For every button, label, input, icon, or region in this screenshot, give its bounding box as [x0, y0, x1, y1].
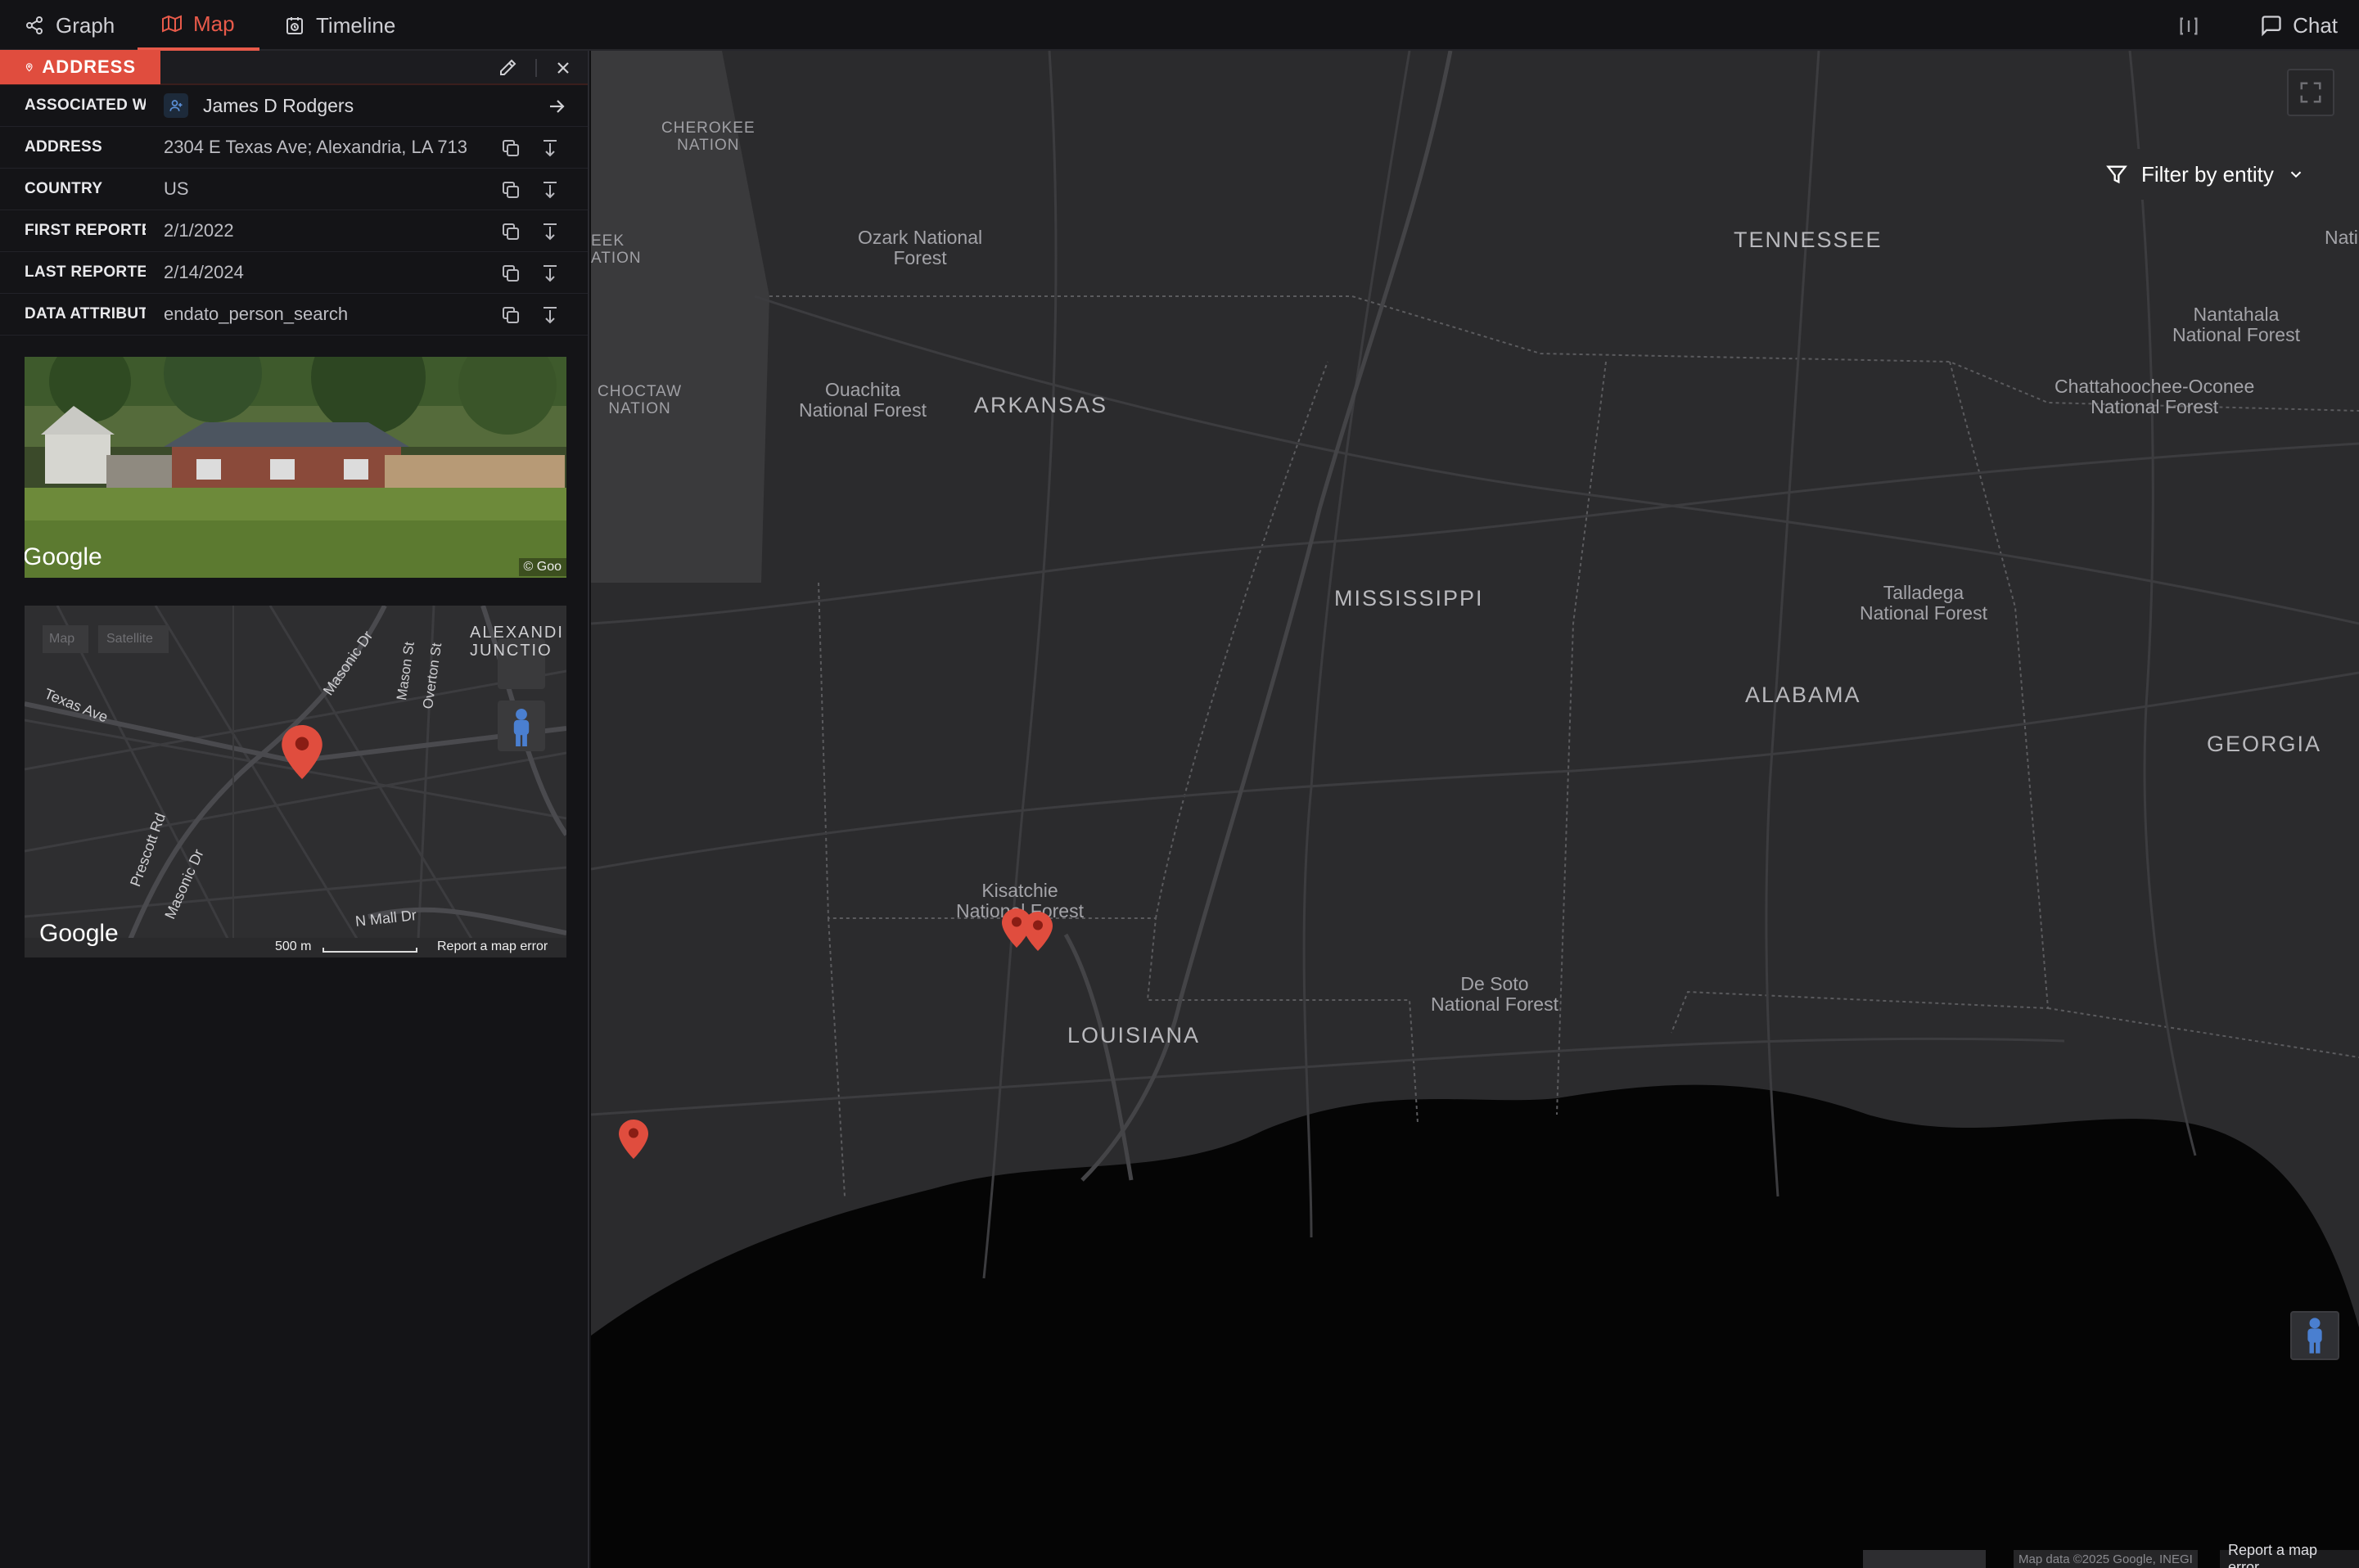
satellite-type-button[interactable]: Satellite — [106, 632, 153, 647]
row-country: COUNTRY US — [0, 169, 588, 210]
copy-icon[interactable] — [501, 264, 521, 283]
fullscreen-icon — [2300, 82, 2321, 103]
first-reported-value: 2/1/2022 — [164, 220, 234, 241]
row-key: COUNTRY — [25, 180, 103, 197]
map-type-button[interactable]: Map — [49, 632, 74, 647]
entity-detail-panel: ADDRESS ASSOCIATED WI James D Rodgers AD… — [0, 50, 589, 1568]
panel-toggle-icon[interactable] — [2177, 15, 2200, 38]
forest-label: Nantahala National Forest — [2172, 304, 2300, 345]
panel-header: ADDRESS — [0, 50, 588, 85]
entity-type-label: ADDRESS — [42, 56, 136, 77]
report-map-error-link[interactable]: Report a map error — [2220, 1542, 2359, 1568]
timeline-icon — [286, 17, 303, 34]
main-map[interactable]: ARKANSAS TENNESSEE MISSISSIPPI ALABAMA G… — [591, 51, 2359, 1568]
forest-label: Ozark National Forest — [858, 227, 983, 268]
pegman-icon — [2307, 1318, 2322, 1354]
nation-label: CHEROKEE NATION — [661, 119, 756, 154]
data-attribution-value: endato_person_search — [164, 304, 349, 324]
scale-bar — [323, 948, 417, 953]
row-address: ADDRESS 2304 E Texas Ave; Alexandria, LA… — [0, 127, 588, 169]
chat-icon — [2262, 16, 2281, 37]
street-view-scene — [25, 357, 566, 578]
copyright-text: © Goo — [518, 558, 566, 576]
entity-type-badge: ADDRESS — [0, 50, 160, 84]
country-value: US — [164, 178, 189, 199]
area-label: ALEXANDI JUNCTIO — [470, 624, 564, 660]
street-view-pegman-icon[interactable] — [509, 709, 534, 746]
row-key: ADDRESS — [25, 138, 103, 155]
chat-button[interactable]: Chat — [2260, 0, 2338, 51]
report-map-error-link[interactable]: Report a map error — [432, 938, 553, 956]
mini-map[interactable]: Texas Ave Masonic Dr Mason St Overton St… — [25, 606, 566, 957]
close-icon[interactable] — [553, 58, 573, 78]
copy-icon[interactable] — [501, 138, 521, 158]
map-icon — [162, 15, 182, 33]
google-logo: Google — [39, 920, 119, 947]
street-view-pegman[interactable] — [2290, 1311, 2339, 1360]
last-reported-value: 2/14/2024 — [164, 262, 244, 282]
associated-person-link[interactable]: James D Rodgers — [164, 93, 354, 118]
filter-by-entity-button[interactable]: Filter by entity — [2086, 149, 2325, 200]
attribution-blank — [1863, 1550, 1986, 1568]
location-pin-icon — [25, 63, 33, 72]
row-key: FIRST REPORTED — [25, 222, 146, 239]
person-badge — [164, 93, 188, 118]
state-label: TENNESSEE — [1734, 228, 1883, 252]
street-view-image[interactable]: Google © Goo — [25, 357, 566, 578]
nation-label: EEK ATION — [591, 232, 642, 267]
person-name: James D Rodgers — [203, 94, 354, 116]
row-key: LAST REPORTED — [25, 264, 146, 281]
scale-label: 500 m — [275, 939, 312, 953]
pin-to-bottom-icon[interactable] — [540, 180, 560, 200]
google-logo: Google — [25, 543, 102, 570]
location-marker-icon[interactable] — [282, 725, 323, 779]
pin-to-bottom-icon[interactable] — [540, 264, 560, 283]
edit-icon[interactable] — [498, 58, 517, 78]
chevron-down-icon — [2290, 171, 2302, 178]
row-key: ASSOCIATED WI — [25, 97, 146, 114]
tab-map[interactable]: Map — [138, 0, 259, 51]
tab-graph-label: Graph — [56, 12, 115, 38]
row-data-attribution: DATA ATTRIBUTI endato_person_search — [0, 294, 588, 336]
address-value: 2304 E Texas Ave; Alexandria, LA 713 — [164, 137, 468, 157]
graph-icon — [26, 16, 43, 34]
forest-label: Chattahoochee-Oconee National Forest — [2055, 376, 2255, 417]
row-last-reported: LAST REPORTED 2/14/2024 — [0, 252, 588, 294]
pin-to-bottom-icon[interactable] — [540, 138, 560, 158]
forest-label: Ouachita National Forest — [799, 379, 927, 421]
map-pin-icon[interactable] — [1023, 912, 1053, 951]
state-label: ARKANSAS — [974, 393, 1108, 417]
row-key: DATA ATTRIBUTI — [25, 305, 146, 322]
header-divider — [535, 59, 537, 77]
chat-label: Chat — [2293, 12, 2338, 38]
state-label: GEORGIA — [2207, 732, 2322, 756]
top-bar: Graph Map Timeline Chat — [0, 0, 2359, 51]
person-icon — [169, 100, 183, 111]
copy-icon[interactable] — [501, 222, 521, 241]
forest-label: De Soto National Forest — [1431, 973, 1558, 1015]
copy-icon[interactable] — [501, 305, 521, 325]
arrow-right-icon[interactable] — [547, 97, 566, 116]
fullscreen-button[interactable] — [2287, 69, 2334, 116]
state-label: ALABAMA — [1745, 683, 1861, 707]
filter-label: Filter by entity — [2141, 161, 2274, 187]
nation-label: CHOCTAW NATION — [598, 383, 683, 417]
forest-label: Talladega National Forest — [1860, 582, 1987, 624]
edge-label: Nati — [2325, 227, 2358, 248]
state-label: LOUISIANA — [1067, 1023, 1201, 1048]
row-associated-with[interactable]: ASSOCIATED WI James D Rodgers — [0, 85, 588, 127]
filter-icon — [2106, 165, 2127, 184]
pin-to-bottom-icon[interactable] — [540, 222, 560, 241]
row-first-reported: FIRST REPORTED 2/1/2022 — [0, 210, 588, 252]
state-label: MISSISSIPPI — [1334, 586, 1484, 611]
copy-icon[interactable] — [501, 180, 521, 200]
tab-timeline-label: Timeline — [316, 12, 396, 38]
map-attribution: Map data ©2025 Google, INEGI — [2014, 1550, 2198, 1568]
map-terrain — [591, 51, 2359, 1568]
tab-map-label: Map — [193, 11, 235, 36]
pin-to-bottom-icon[interactable] — [540, 305, 560, 325]
tab-graph[interactable]: Graph — [0, 0, 139, 51]
tab-timeline[interactable]: Timeline — [260, 0, 420, 51]
map-pin-icon[interactable] — [619, 1120, 648, 1159]
